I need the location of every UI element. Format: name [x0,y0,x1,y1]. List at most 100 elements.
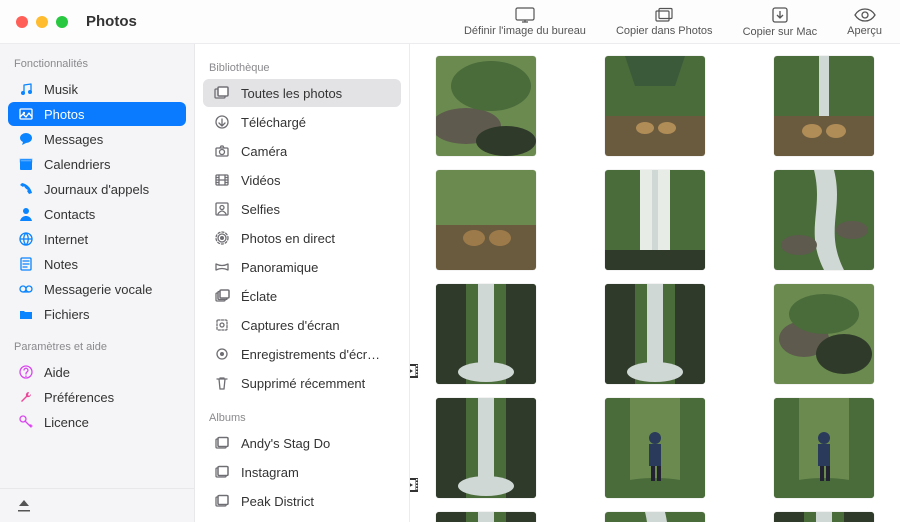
toolbar: Définir l'image du bureau Copier dans Pho… [464,6,900,38]
nav-label: Notes [44,257,78,272]
alb-test[interactable]: test [203,516,401,522]
photo-cell [759,284,888,384]
lib-deleted[interactable]: Supprimé récemment [203,369,401,397]
video-badge-icon [410,364,418,378]
tool-set-wallpaper[interactable]: Définir l'image du bureau [464,7,586,37]
photo-14[interactable] [605,512,705,522]
photo-10[interactable] [436,398,536,498]
toolbar-label: Copier dans Photos [616,25,713,37]
nav-label: Messagerie vocale [44,282,152,297]
photo-5[interactable] [605,170,705,270]
download-icon [771,6,789,24]
photo-cell [759,512,888,522]
sub-item-label: Téléchargé [241,115,306,130]
photo-cell [591,56,720,156]
lib-live[interactable]: Photos en direct [203,224,401,252]
alb-andy[interactable]: Andy's Stag Do [203,429,401,457]
calendar-icon [18,156,34,172]
video-badge-icon [410,478,418,492]
key-icon [18,414,34,430]
lib-pano[interactable]: Panoramique [203,253,401,281]
toolbar-label: Définir l'image du bureau [464,25,586,37]
nav-contacts[interactable]: Contacts [8,202,186,226]
photo-3[interactable] [774,56,874,156]
lib-screenshots[interactable]: Captures d'écran [203,311,401,339]
albums-section-label: Albums [195,398,409,428]
photo-9[interactable] [774,284,874,384]
photo-13[interactable] [436,512,536,522]
photo-cell [759,398,888,498]
alb-insta[interactable]: Instagram [203,458,401,486]
tool-copy-photos[interactable]: Copier dans Photos [616,7,713,37]
photo-cell [422,284,551,384]
nav-label: Internet [44,232,88,247]
film-icon [213,171,231,189]
lib-videos[interactable]: Vidéos [203,166,401,194]
photo-7[interactable] [436,284,536,384]
nav-music[interactable]: Musik [8,77,186,101]
nav-calllog[interactable]: Journaux d'appels [8,177,186,201]
sub-item-label: Supprimé récemment [241,376,365,391]
album-icon [213,434,231,452]
zoom-window-button[interactable] [56,16,68,28]
photo-15[interactable] [774,512,874,522]
minimize-window-button[interactable] [36,16,48,28]
sidebar-footer [0,488,194,522]
lib-screenrec[interactable]: Enregistrements d'écr… [203,340,401,368]
nav-internet[interactable]: Internet [8,227,186,251]
photo-cell [422,56,551,156]
screenshot-icon [213,316,231,334]
photo-cell [422,170,551,270]
sub-item-label: Caméra [241,144,287,159]
photo-icon [18,106,34,122]
nav-notes[interactable]: Notes [8,252,186,276]
alb-peak[interactable]: Peak District [203,487,401,515]
photo-2[interactable] [605,56,705,156]
section-label-features: Fonctionnalités [0,44,194,76]
globe-icon [18,231,34,247]
nav-voicemail[interactable]: Messagerie vocale [8,277,186,301]
nav-label: Messages [44,132,103,147]
burst-icon [213,287,231,305]
help-icon [18,364,34,380]
photo-cell [759,56,888,156]
lib-selfies[interactable]: Selfies [203,195,401,223]
nav-label: Fichiers [44,307,90,322]
nav-label: Photos [44,107,84,122]
person-icon [18,206,34,222]
lib-camera[interactable]: Caméra [203,137,401,165]
sub-item-label: Photos en direct [241,231,335,246]
live-icon [213,229,231,247]
eye-icon [854,7,876,23]
nav-license[interactable]: Licence [8,410,186,434]
voicemail-icon [18,281,34,297]
nav-calendar[interactable]: Calendriers [8,152,186,176]
photos-stack-icon [654,7,674,23]
primary-sidebar: Fonctionnalités Musik Photos Messages Calen… [0,44,195,522]
photo-11[interactable] [605,398,705,498]
nav-prefs[interactable]: Préférences [8,385,186,409]
close-window-button[interactable] [16,16,28,28]
nav-help[interactable]: Aide [8,360,186,384]
photo-12[interactable] [774,398,874,498]
lib-all[interactable]: Toutes les photos [203,79,401,107]
nav-label: Calendriers [44,157,110,172]
eject-icon[interactable] [16,498,32,514]
album-icon [213,492,231,510]
photo-6[interactable] [774,170,874,270]
photo-8[interactable] [605,284,705,384]
nav-messages[interactable]: Messages [8,127,186,151]
photo-grid [422,56,888,522]
window-controls [0,16,68,28]
photo-1[interactable] [436,56,536,156]
lib-downloaded[interactable]: Téléchargé [203,108,401,136]
tool-preview[interactable]: Aperçu [847,7,882,37]
lib-burst[interactable]: Éclate [203,282,401,310]
section-label-settings: Paramètres et aide [0,327,194,359]
tool-copy-mac[interactable]: Copier sur Mac [743,6,818,38]
photo-cell [591,284,720,384]
photo-4[interactable] [436,170,536,270]
nav-label: Musik [44,82,78,97]
nav-files[interactable]: Fichiers [8,302,186,326]
nav-photos[interactable]: Photos [8,102,186,126]
